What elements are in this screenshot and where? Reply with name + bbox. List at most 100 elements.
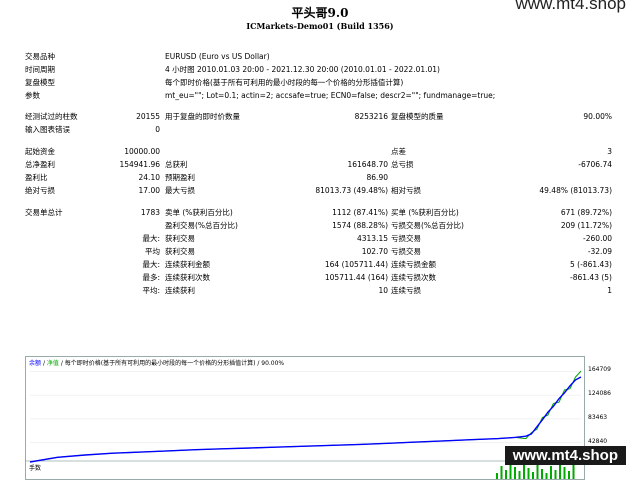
value-deposit: 10000.00 bbox=[124, 147, 160, 156]
lot-bar bbox=[568, 471, 570, 479]
value-errors: 0 bbox=[155, 125, 160, 134]
value-avg-cons-wins: 10 bbox=[378, 286, 388, 295]
label-grossprofit: 总获利 bbox=[165, 160, 188, 169]
value-bars: 20155 bbox=[136, 112, 160, 121]
value-model: 每个即时价格(基于所有可利用的最小时段的每一个价格的分形插值计算) bbox=[165, 78, 404, 87]
value-netprofit: 154941.96 bbox=[119, 160, 160, 169]
lot-bar bbox=[559, 463, 561, 479]
y-tick-label: 164709 bbox=[588, 366, 611, 374]
lot-bar bbox=[572, 464, 575, 479]
lot-bar bbox=[550, 466, 552, 479]
label-absdd: 绝对亏损 bbox=[25, 186, 55, 195]
lot-bar bbox=[536, 465, 539, 479]
row-cons-count: 最多: 连续获利次数 105711.44 (164) 连续亏损次数 -861.4… bbox=[0, 271, 640, 284]
row-avg-cons: 平均: 连续获利 10 连续亏损 1 bbox=[0, 284, 640, 297]
row-deposit: 起始资金 10000.00 点差 3 bbox=[0, 145, 640, 158]
lot-bar bbox=[518, 471, 521, 479]
chart-frame: 余额 / 净值 / 每个即时价格(基于所有可利用的最小时段的每一个价格的分形插值… bbox=[25, 356, 585, 480]
lot-label: 手数 bbox=[29, 465, 42, 472]
value-long: 671 (89.72%) bbox=[560, 208, 612, 217]
row-period: 时间周期 4 小时图 2010.01.03 20:00 - 2021.12.30… bbox=[0, 63, 640, 76]
value-largest-profit: 4313.15 bbox=[356, 234, 388, 243]
label-total-trades: 交易单总计 bbox=[25, 208, 63, 217]
label-largest-loss: 亏损交易 bbox=[391, 234, 421, 243]
label-quality: 复盘模型的质量 bbox=[391, 112, 444, 121]
lot-bar bbox=[505, 470, 507, 479]
label-long: 买单 (%获利百分比) bbox=[391, 208, 459, 217]
row-netprofit: 总净盈利 154941.96 总获利 161648.70 总亏损 -6706.7… bbox=[0, 158, 640, 171]
value-cons-loss-count: -861.43 (5) bbox=[570, 273, 612, 282]
value-short: 1112 (87.41%) bbox=[332, 208, 388, 217]
lot-bar bbox=[532, 472, 534, 479]
value-period: 4 小时图 2010.01.03 20:00 - 2021.12.30 20:0… bbox=[165, 65, 440, 74]
label-period: 时间周期 bbox=[25, 65, 55, 74]
value-grossprofit: 161648.70 bbox=[347, 160, 388, 169]
label-short: 卖单 (%获利百分比) bbox=[165, 208, 233, 217]
row-profit-loss-trades: 盈利交易(%总百分比) 1574 (88.28%) 亏损交易(%总百分比) 20… bbox=[0, 219, 640, 232]
label-params: 参数 bbox=[25, 91, 40, 100]
label-avg-profit: 获利交易 bbox=[165, 247, 195, 256]
y-tick-label: 42840 bbox=[588, 437, 608, 445]
label-ticks: 用于复盘的即时价数量 bbox=[165, 112, 240, 121]
value-largest-loss: -260.00 bbox=[583, 234, 612, 243]
lot-bar bbox=[527, 468, 530, 479]
value-maxdd: 81013.73 (49.48%) bbox=[315, 186, 388, 195]
value-quality: 90.00% bbox=[583, 112, 612, 121]
row-model: 复盘模型 每个即时价格(基于所有可利用的最小时段的每一个价格的分形插值计算) bbox=[0, 76, 640, 89]
row-bars: 经测试过的柱数 20155 用于复盘的即时价数量 8253216 复盘模型的质量… bbox=[0, 110, 640, 123]
label-max: 最大: bbox=[142, 234, 160, 243]
value-total-trades: 1783 bbox=[140, 208, 160, 217]
label-model: 复盘模型 bbox=[25, 78, 55, 87]
y-tick-label: 124086 bbox=[588, 390, 611, 398]
label-max2: 最大: bbox=[142, 260, 160, 269]
lot-bar bbox=[554, 470, 557, 479]
label-bars: 经测试过的柱数 bbox=[25, 112, 78, 121]
label-netprofit: 总净盈利 bbox=[25, 160, 55, 169]
label-expected: 预期盈利 bbox=[165, 173, 195, 182]
value-spread: 3 bbox=[607, 147, 612, 156]
series-equity-line bbox=[29, 370, 582, 463]
label-most: 最多: bbox=[142, 273, 160, 282]
row-largest: 最大: 获利交易 4313.15 亏损交易 -260.00 bbox=[0, 232, 640, 245]
row-errors: 输入图表错误 0 bbox=[0, 123, 640, 136]
label-avg-loss: 亏损交易 bbox=[391, 247, 421, 256]
lot-bar bbox=[541, 469, 543, 479]
label-maxdd: 最大亏损 bbox=[165, 186, 195, 195]
value-profitfactor: 24.10 bbox=[138, 173, 160, 182]
row-average: 平均 获利交易 102.70 亏损交易 -32.09 bbox=[0, 245, 640, 258]
lot-bar bbox=[523, 464, 525, 479]
lot-bar bbox=[514, 467, 516, 479]
label-loss-trades: 亏损交易(%总百分比) bbox=[391, 221, 464, 230]
series-balance-line bbox=[29, 376, 582, 463]
lot-bar bbox=[545, 473, 548, 479]
label-avg-cons-loss: 连续亏损 bbox=[391, 286, 421, 295]
report-subtitle: ICMarkets-Demo01 (Build 1356) bbox=[246, 21, 394, 31]
label-cons-wins-money: 连续获利金额 bbox=[165, 260, 210, 269]
lot-bar bbox=[509, 463, 512, 479]
value-expected: 86.90 bbox=[366, 173, 388, 182]
label-avg-cons-wins: 连续获利 bbox=[165, 286, 195, 295]
label-errors: 输入图表错误 bbox=[25, 125, 70, 134]
watermark-bottom: www.mt4.shop bbox=[504, 446, 626, 465]
label-spread: 点差 bbox=[391, 147, 406, 156]
value-avg-loss: -32.09 bbox=[587, 247, 612, 256]
label-reldd: 相对亏损 bbox=[391, 186, 421, 195]
value-loss-trades: 209 (11.72%) bbox=[560, 221, 612, 230]
label-cons-loss-money: 连续亏损金额 bbox=[391, 260, 436, 269]
label-cons-loss-count: 连续亏损次数 bbox=[391, 273, 436, 282]
value-avg-profit: 102.70 bbox=[361, 247, 388, 256]
lot-bar bbox=[496, 473, 498, 479]
lot-bar bbox=[563, 467, 566, 479]
value-cons-wins-money: 164 (105711.44) bbox=[324, 260, 388, 269]
value-absdd: 17.00 bbox=[138, 186, 160, 195]
row-profitfactor: 盈利比 24.10 预期盈利 86.90 bbox=[0, 171, 640, 184]
label-profit-trades: 盈利交易(%总百分比) bbox=[165, 221, 238, 230]
label-grossloss: 总亏损 bbox=[391, 160, 414, 169]
label-symbol: 交易品种 bbox=[25, 52, 55, 61]
lot-bar bbox=[500, 466, 503, 479]
label-avg: 平均 bbox=[145, 247, 160, 256]
value-symbol: EURUSD (Euro vs US Dollar) bbox=[165, 52, 270, 61]
value-reldd: 49.48% (81013.73) bbox=[539, 186, 612, 195]
value-avg-cons-loss: 1 bbox=[607, 286, 612, 295]
value-cons-profit-count: 105711.44 (164) bbox=[324, 273, 388, 282]
